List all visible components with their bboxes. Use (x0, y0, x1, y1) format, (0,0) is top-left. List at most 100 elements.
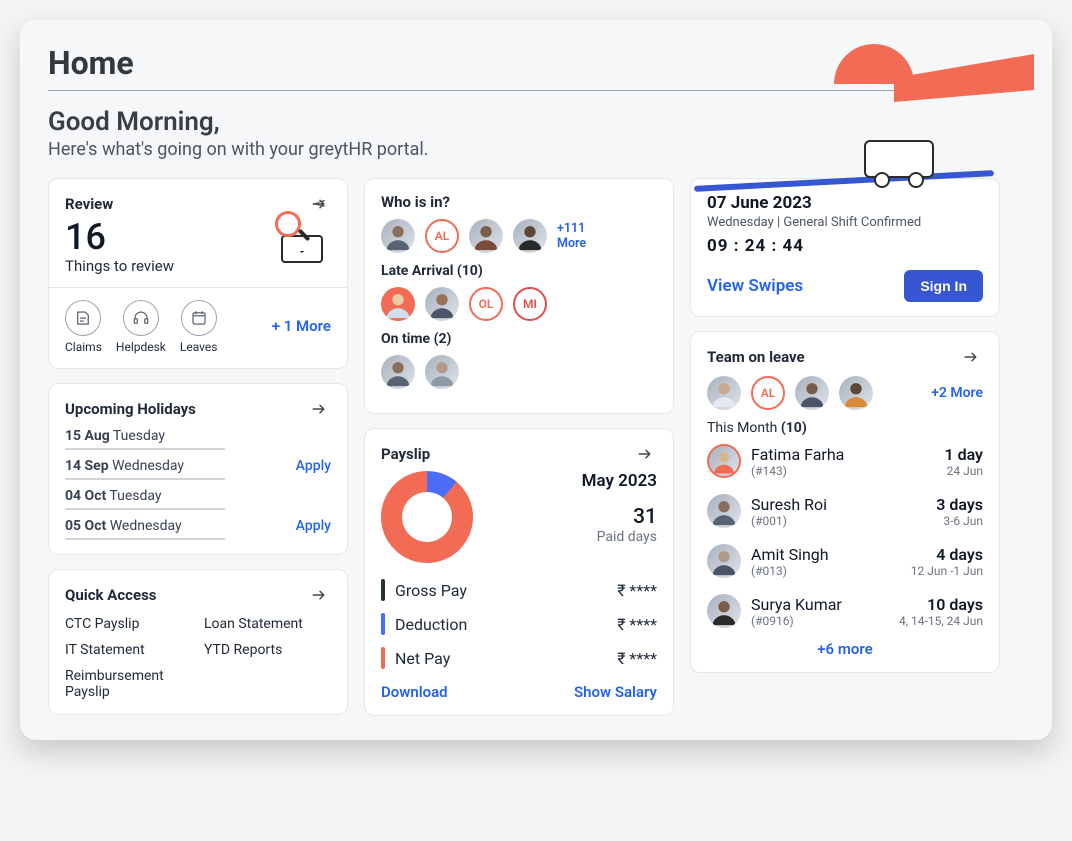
leave-id: (#001) (751, 514, 827, 528)
avatar-initials[interactable]: AL (751, 376, 785, 410)
teamleave-top-more[interactable]: +2 More (931, 385, 983, 402)
holidays-title: Upcoming Holidays (65, 400, 196, 418)
avatar[interactable] (839, 376, 873, 410)
quickaccess-title: Quick Access (65, 586, 157, 604)
leave-range: 3-6 Jun (936, 514, 983, 528)
teamleave-title: Team on leave (707, 348, 805, 366)
leave-range: 12 Jun -1 Jun (911, 564, 983, 578)
payslip-paid-days: 31 (582, 505, 657, 529)
leave-id: (#0916) (751, 614, 842, 628)
holiday-apply-link[interactable]: Apply (296, 458, 331, 474)
greeting: Good Morning, (48, 107, 1024, 137)
review-card: Review 16 Things to review (48, 178, 348, 369)
leave-days: 3 days (936, 495, 983, 514)
teamleave-more-link[interactable]: +6 more (707, 640, 983, 658)
payslip-expand-icon[interactable] (635, 443, 657, 465)
holiday-row: 05 Oct Wednesday Apply (65, 510, 331, 538)
shift-clock: 09 : 24 : 44 (707, 236, 983, 256)
teamleave-expand-icon[interactable] (961, 346, 983, 368)
avatar-initials[interactable]: MI (513, 287, 547, 321)
avatar[interactable] (707, 444, 741, 478)
review-illustration (273, 215, 331, 263)
payslip-month: May 2023 (582, 471, 657, 491)
quickaccess-card: Quick Access CTC Payslip Loan Statement IT… (48, 569, 348, 715)
review-cat-claims[interactable]: Claims (65, 300, 102, 354)
payslip-paid-days-label: Paid days (582, 529, 657, 545)
leave-row: Surya Kumar(#0916) 10 days4, 14-15, 24 Ju… (707, 586, 983, 636)
review-expand-icon[interactable] (309, 193, 331, 215)
avatar[interactable] (469, 219, 503, 253)
show-salary-link[interactable]: Show Salary (574, 683, 657, 701)
review-title: Review (65, 195, 113, 213)
shift-info: Wednesday | General Shift Confirmed (707, 215, 983, 230)
deduction-label: Deduction (395, 615, 467, 634)
quickaccess-item[interactable]: YTD Reports (204, 642, 331, 658)
avatar-initials[interactable]: OL (469, 287, 503, 321)
review-count: 16 (65, 219, 174, 255)
avatar[interactable] (425, 287, 459, 321)
avatar[interactable] (425, 355, 459, 389)
deduction-amount: ₹ **** (617, 615, 657, 634)
netpay-label: Net Pay (395, 649, 450, 668)
leave-row: Fatima Farha(#143)1 day24 Jun (707, 436, 983, 486)
avatar[interactable] (795, 376, 829, 410)
avatar-initials[interactable]: AL (425, 219, 459, 253)
payslip-card: Payslip May 2023 31 Paid days (364, 428, 674, 716)
holidays-card: Upcoming Holidays 15 Aug Tuesday 14 Sep W… (48, 383, 348, 555)
whoisin-card: Who is in? AL +111 More Late Arrival (10… (364, 178, 674, 414)
leave-days: 1 day (944, 445, 983, 464)
review-cat-leaves[interactable]: Leaves (180, 300, 218, 354)
ontime-label: On time (2) (381, 331, 657, 347)
holiday-date: 04 Oct Tuesday (65, 488, 162, 504)
holiday-row: 04 Oct Tuesday (65, 480, 331, 508)
avatar[interactable] (381, 219, 415, 253)
holidays-expand-icon[interactable] (309, 398, 331, 420)
leave-name: Suresh Roi (751, 495, 827, 514)
payslip-donut-chart (381, 471, 473, 563)
leave-row: Amit Singh(#013)4 days12 Jun -1 Jun (707, 536, 983, 586)
grosspay-amount: ₹ **** (617, 581, 657, 600)
netpay-amount: ₹ **** (617, 649, 657, 668)
quickaccess-item[interactable]: Loan Statement (204, 616, 331, 632)
holiday-apply-link[interactable]: Apply (296, 518, 331, 534)
subtitle: Here's what's going on with your greytHR… (48, 139, 1024, 160)
leave-range: 24 Jun (944, 464, 983, 478)
review-cat-helpdesk[interactable]: Helpdesk (116, 300, 166, 354)
holiday-date: 15 Aug Tuesday (65, 428, 165, 444)
view-swipes-link[interactable]: View Swipes (707, 276, 803, 296)
avatar[interactable] (707, 544, 741, 578)
holiday-date: 14 Sep Wednesday (65, 458, 184, 474)
quickaccess-expand-icon[interactable] (309, 584, 331, 606)
review-more-link[interactable]: + 1 More (272, 317, 331, 337)
quickaccess-item[interactable]: CTC Payslip (65, 616, 192, 632)
avatar[interactable] (381, 287, 415, 321)
avatar[interactable] (707, 376, 741, 410)
download-link[interactable]: Download (381, 683, 448, 701)
leave-days: 4 days (911, 545, 983, 564)
divider (48, 90, 1024, 91)
avatar[interactable] (513, 219, 547, 253)
leave-days: 10 days (899, 595, 983, 614)
whoisin-more-link[interactable]: +111 More (557, 221, 599, 251)
holiday-date: 05 Oct Wednesday (65, 518, 182, 534)
teamleave-card: Team on leave AL +2 More This Month (10)… (690, 331, 1000, 673)
leave-name: Surya Kumar (751, 595, 842, 614)
quickaccess-item[interactable]: IT Statement (65, 642, 192, 658)
review-sub: Things to review (65, 257, 174, 275)
divider (65, 538, 225, 540)
divider (49, 287, 347, 288)
leave-name: Fatima Farha (751, 445, 844, 464)
avatar[interactable] (707, 494, 741, 528)
avatar[interactable] (381, 355, 415, 389)
whoisin-title: Who is in? (381, 193, 450, 211)
shift-card: 07 June 2023 Wednesday | General Shift C… (690, 178, 1000, 317)
holiday-row: 15 Aug Tuesday (65, 420, 331, 448)
avatar[interactable] (707, 594, 741, 628)
leave-id: (#013) (751, 564, 829, 578)
payslip-title: Payslip (381, 445, 430, 463)
quickaccess-item[interactable]: Reimbursement Payslip (65, 668, 192, 700)
signin-button[interactable]: Sign In (904, 270, 983, 302)
late-label: Late Arrival (10) (381, 263, 657, 279)
leave-row: Suresh Roi(#001) 3 days3-6 Jun (707, 486, 983, 536)
leave-range: 4, 14-15, 24 Jun (899, 614, 983, 628)
